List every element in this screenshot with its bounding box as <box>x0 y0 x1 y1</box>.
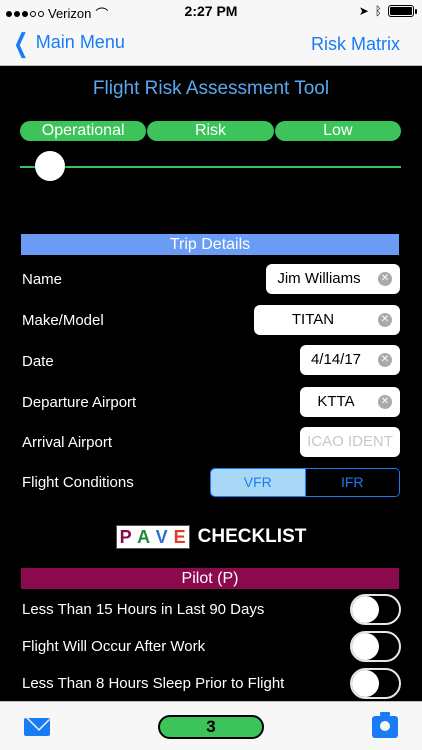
risk-segment-operational: Operational <box>20 121 147 141</box>
toggle-knob <box>352 596 379 623</box>
departure-airport-label: Departure Airport <box>22 394 137 411</box>
date-value: 4/14/17 <box>310 351 362 368</box>
date-field[interactable]: 4/14/17 ✕ <box>300 345 400 375</box>
name-field[interactable]: Jim Williams ✕ <box>266 264 400 294</box>
make-model-field[interactable]: TITAN ✕ <box>254 305 400 335</box>
risk-segment-risk: Risk <box>147 121 274 141</box>
pave-logo: P A V E <box>115 525 190 549</box>
risk-segment-level: Low <box>274 121 401 141</box>
pilot-item-label: Less Than 15 Hours in Last 90 Days <box>22 601 265 618</box>
pilot-item-toggle[interactable] <box>350 668 401 699</box>
pave-letter-v: V <box>152 526 171 548</box>
back-button[interactable]: ❮ Main Menu <box>10 27 125 58</box>
clear-icon[interactable]: ✕ <box>378 353 392 367</box>
toggle-knob <box>352 670 379 697</box>
bluetooth-icon: ᛒ <box>374 4 382 18</box>
toggle-knob <box>352 633 379 660</box>
trip-details-header: Trip Details <box>21 234 399 255</box>
departure-airport-field[interactable]: KTTA ✕ <box>300 387 400 417</box>
pilot-item-label: Flight Will Occur After Work <box>22 638 206 655</box>
pilot-header: Pilot (P) <box>21 568 399 589</box>
pilot-item-label: Less Than 8 Hours Sleep Prior to Flight <box>22 675 285 692</box>
pave-letter-p: P <box>116 526 135 548</box>
departure-airport-value: KTTA <box>317 393 355 410</box>
flight-conditions-label: Flight Conditions <box>22 474 134 491</box>
pave-letter-a: A <box>134 526 153 548</box>
risk-score-badge: 3 <box>158 715 264 739</box>
navigation-bar: ❮ Main Menu Risk Matrix <box>0 22 422 66</box>
risk-matrix-button[interactable]: Risk Matrix <box>311 34 400 55</box>
risk-slider-track[interactable] <box>20 166 401 168</box>
clear-icon[interactable]: ✕ <box>378 395 392 409</box>
chevron-left-icon: ❮ <box>13 27 29 58</box>
pilot-item-toggle[interactable] <box>350 594 401 625</box>
battery-icon <box>388 5 417 17</box>
back-label: Main Menu <box>35 32 125 52</box>
status-bar: Verizon ⌒ 2:27 PM ➤ ᛒ <box>0 0 422 22</box>
pave-letter-e: E <box>170 526 189 548</box>
clear-icon[interactable]: ✕ <box>378 272 392 286</box>
clear-icon[interactable]: ✕ <box>378 313 392 327</box>
bottom-toolbar: 3 <box>0 701 422 750</box>
vfr-option[interactable]: VFR <box>211 469 305 496</box>
flight-conditions-control[interactable]: VFR IFR <box>210 468 400 497</box>
checklist-word: CHECKLIST <box>197 526 307 547</box>
make-model-label: Make/Model <box>22 312 104 329</box>
pave-checklist-heading: P A V E CHECKLIST <box>0 525 422 549</box>
date-label: Date <box>22 353 54 370</box>
mail-icon[interactable] <box>24 718 50 736</box>
pilot-item-toggle[interactable] <box>350 631 401 662</box>
arrival-airport-field[interactable]: ICAO IDENT <box>300 427 400 457</box>
page-title: Flight Risk Assessment Tool <box>92 78 330 99</box>
camera-icon[interactable] <box>372 712 398 738</box>
status-right: ➤ ᛒ <box>358 4 417 18</box>
name-label: Name <box>22 271 63 288</box>
risk-level-bar: Operational Risk Low <box>20 121 401 141</box>
risk-slider-thumb[interactable] <box>35 151 65 181</box>
ifr-option[interactable]: IFR <box>304 469 399 496</box>
location-icon: ➤ <box>358 4 369 18</box>
arrival-airport-label: Arrival Airport <box>22 434 113 451</box>
name-value: Jim Williams <box>277 270 361 287</box>
make-model-value: TITAN <box>291 311 335 328</box>
